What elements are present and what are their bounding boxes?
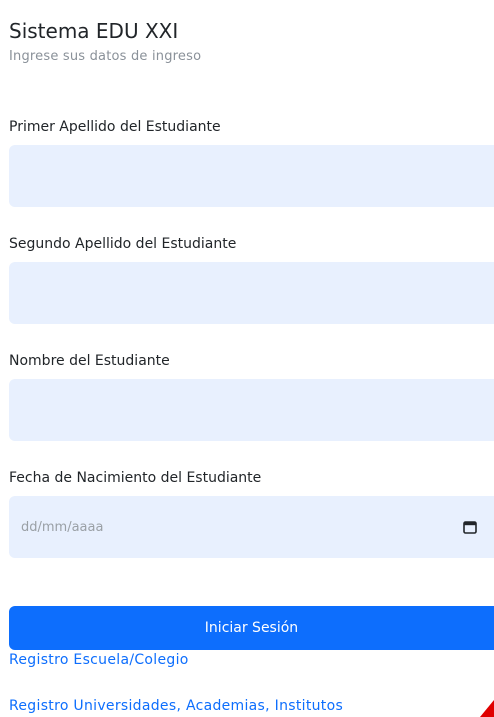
- login-page: Sistema EDU XXI Ingrese sus datos de ing…: [0, 0, 494, 717]
- birthdate-label: Fecha de Nacimiento del Estudiante: [9, 470, 262, 486]
- birthdate-input[interactable]: dd/mm/aaaa: [9, 496, 494, 558]
- red-marker: [480, 700, 494, 717]
- birthdate-placeholder: dd/mm/aaaa: [21, 519, 104, 535]
- first-surname-input[interactable]: [9, 145, 494, 207]
- second-surname-label: Segundo Apellido del Estudiante: [9, 236, 237, 252]
- university-registration-link[interactable]: Registro Universidades, Academias, Insti…: [9, 697, 343, 715]
- name-input[interactable]: [9, 379, 494, 441]
- page-title: Sistema EDU XXI: [9, 19, 179, 43]
- login-button[interactable]: Iniciar Sesión: [9, 606, 494, 650]
- first-surname-label: Primer Apellido del Estudiante: [9, 119, 221, 135]
- second-surname-input[interactable]: [9, 262, 494, 324]
- school-registration-link[interactable]: Registro Escuela/Colegio: [9, 651, 189, 669]
- calendar-icon[interactable]: [463, 520, 477, 534]
- name-label: Nombre del Estudiante: [9, 353, 170, 369]
- page-subtitle: Ingrese sus datos de ingreso: [9, 49, 202, 64]
